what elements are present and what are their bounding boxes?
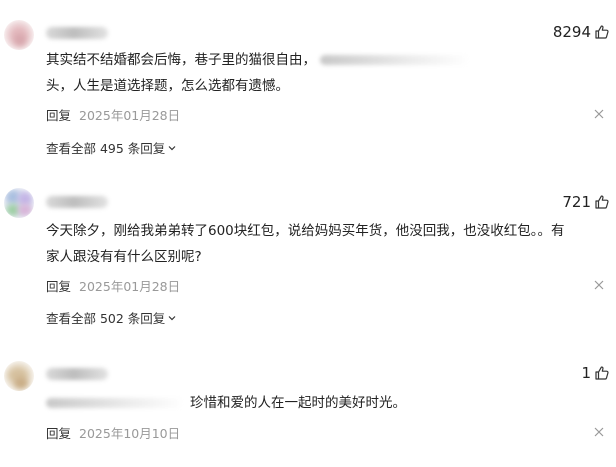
comment-date: 2025年10月10日 [79,426,181,441]
redacted-text [46,398,184,408]
like-counter[interactable]: 8294 [553,23,610,41]
close-icon[interactable] [590,105,608,123]
comment-date: 2025年01月28日 [79,108,181,123]
comment-text: 今天除夕，刚给我弟弟转了600块红包，说给妈妈买年货，他没回我，也没收红包。。有… [46,218,608,270]
reply-button[interactable]: 回复 [46,105,71,124]
chevron-down-icon [167,143,177,153]
comment-meta: 回复 2025年01月28日 [46,276,180,295]
comment-text-line: 其实结不结婚都会后悔，巷子里的猫很自由， [46,52,316,68]
username[interactable] [46,368,108,380]
chevron-down-icon [167,313,177,323]
redacted-text [320,55,470,65]
like-counter[interactable]: 721 [562,193,610,211]
username[interactable] [46,196,108,208]
like-count: 721 [562,193,591,211]
comment-date: 2025年01月28日 [79,279,181,294]
comment-meta: 回复 2025年10月10日 [46,423,180,442]
close-icon[interactable] [590,276,608,294]
like-count: 1 [581,364,591,382]
comment-text: 珍惜和爱的人在一起时的美好时光。 [46,390,608,416]
thumbs-up-icon[interactable] [594,365,610,381]
comment-text-line: 今天除夕，刚给我弟弟转了600块红包，说给妈妈买年货，他没回我，也没收红包。。有 [46,223,565,239]
view-all-replies-button[interactable]: 查看全部 502 条回复 [46,308,177,327]
comment-text-line: 家人跟没有有什么区别呢? [46,249,202,265]
avatar[interactable] [4,20,34,50]
view-all-replies-label: 查看全部 502 条回复 [46,311,166,326]
thumbs-up-icon[interactable] [594,194,610,210]
thumbs-up-icon[interactable] [594,24,610,40]
reply-button[interactable]: 回复 [46,423,71,442]
reply-button[interactable]: 回复 [46,276,71,295]
avatar[interactable] [4,361,34,391]
username[interactable] [46,27,108,39]
avatar[interactable] [4,188,34,218]
comment-meta: 回复 2025年01月28日 [46,105,180,124]
view-all-replies-label: 查看全部 495 条回复 [46,141,166,156]
close-icon[interactable] [590,423,608,441]
like-count: 8294 [552,23,591,41]
comment-text: 其实结不结婚都会后悔，巷子里的猫很自由， 头，人生是道选择题，怎么选都有遗憾。 [46,47,608,99]
like-counter[interactable]: 1 [581,364,610,382]
view-all-replies-button[interactable]: 查看全部 495 条回复 [46,138,177,157]
comment-text-line: 珍惜和爱的人在一起时的美好时光。 [190,395,406,411]
comment-text-line: 头，人生是道选择题，怎么选都有遗憾。 [46,78,289,94]
